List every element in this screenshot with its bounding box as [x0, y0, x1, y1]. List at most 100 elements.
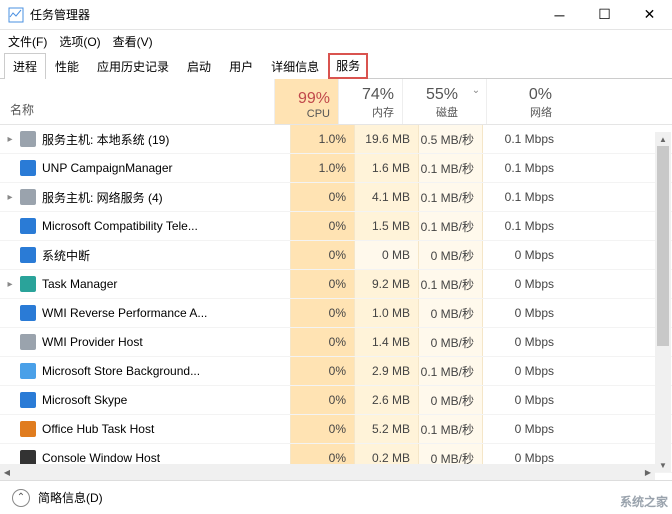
column-name-header[interactable]: 名称 — [0, 79, 274, 124]
table-row[interactable]: UNP CampaignManager1.0%1.6 MB0.1 MB/秒0.1… — [0, 154, 672, 183]
sort-indicator-icon[interactable]: ⌄ — [466, 79, 486, 124]
cpu-cell: 0% — [290, 299, 354, 327]
table-row[interactable]: Microsoft Compatibility Tele...0%1.5 MB0… — [0, 212, 672, 241]
cpu-cell: 0% — [290, 386, 354, 414]
memory-cell: 19.6 MB — [354, 125, 418, 153]
cpu-cell: 0% — [290, 212, 354, 240]
process-name: Task Manager — [42, 277, 290, 291]
column-network-header[interactable]: 0% 网络 — [486, 79, 560, 124]
menubar: 文件(F) 选项(O) 查看(V) — [0, 30, 672, 52]
tab-bar: 进程性能应用历史记录启动用户详细信息服务 — [0, 52, 672, 79]
column-CPU-header[interactable]: 99%CPU — [274, 79, 338, 124]
scroll-thumb[interactable] — [657, 146, 669, 346]
memory-cell: 1.0 MB — [354, 299, 418, 327]
table-row[interactable]: Microsoft Skype0%2.6 MB0 MB/秒0 Mbps — [0, 386, 672, 415]
memory-cell: 0 MB — [354, 241, 418, 269]
maximize-button[interactable]: ☐ — [582, 0, 627, 30]
tab-4[interactable]: 用户 — [220, 53, 262, 79]
disk-cell: 0.5 MB/秒 — [418, 125, 482, 153]
cpu-cell: 0% — [290, 241, 354, 269]
process-name: 系统中断 — [42, 247, 290, 264]
scroll-down-icon[interactable]: ▼ — [655, 458, 671, 472]
tab-5[interactable]: 详细信息 — [262, 53, 328, 79]
close-button[interactable]: ✕ — [627, 0, 672, 30]
disk-cell: 0 MB/秒 — [418, 328, 482, 356]
network-cell: 0.1 Mbps — [482, 183, 562, 211]
disk-cell: 0.1 MB/秒 — [418, 212, 482, 240]
process-icon — [20, 305, 36, 321]
process-name: WMI Reverse Performance A... — [42, 306, 290, 320]
expand-icon[interactable]: ▸ — [0, 279, 20, 290]
network-cell: 0 Mbps — [482, 357, 562, 385]
table-row[interactable]: ▸Task Manager0%9.2 MB0.1 MB/秒0 Mbps — [0, 270, 672, 299]
fewer-details-button[interactable]: 简略信息(D) — [38, 489, 103, 506]
network-cell: 0 Mbps — [482, 386, 562, 414]
process-name: Console Window Host — [42, 451, 290, 465]
process-name: 服务主机: 网络服务 (4) — [42, 189, 290, 206]
network-cell: 0 Mbps — [482, 241, 562, 269]
menu-file[interactable]: 文件(F) — [8, 33, 47, 50]
tab-0[interactable]: 进程 — [4, 53, 46, 79]
network-label: 网络 — [530, 104, 552, 120]
network-cell: 0.1 Mbps — [482, 125, 562, 153]
tab-6[interactable]: 服务 — [328, 53, 368, 79]
cpu-cell: 1.0% — [290, 125, 354, 153]
cpu-cell: 0% — [290, 415, 354, 443]
table-row[interactable]: ▸服务主机: 网络服务 (4)0%4.1 MB0.1 MB/秒0.1 Mbps — [0, 183, 672, 212]
network-cell: 0.1 Mbps — [482, 212, 562, 240]
table-row[interactable]: ▸服务主机: 本地系统 (19)1.0%19.6 MB0.5 MB/秒0.1 M… — [0, 125, 672, 154]
process-icon — [20, 247, 36, 263]
process-icon — [20, 218, 36, 234]
network-percent: 0% — [529, 86, 552, 104]
horizontal-scrollbar[interactable]: ◀ ▶ — [0, 464, 655, 480]
table-row[interactable]: WMI Provider Host0%1.4 MB0 MB/秒0 Mbps — [0, 328, 672, 357]
process-name: Microsoft Skype — [42, 393, 290, 407]
process-icon — [20, 189, 36, 205]
memory-cell: 1.6 MB — [354, 154, 418, 182]
disk-cell: 0 MB/秒 — [418, 241, 482, 269]
table-row[interactable]: WMI Reverse Performance A...0%1.0 MB0 MB… — [0, 299, 672, 328]
process-icon — [20, 392, 36, 408]
memory-cell: 2.9 MB — [354, 357, 418, 385]
tab-2[interactable]: 应用历史记录 — [88, 53, 178, 79]
expand-icon[interactable]: ▸ — [0, 192, 20, 203]
disk-cell: 0 MB/秒 — [418, 386, 482, 414]
process-list[interactable]: ▸服务主机: 本地系统 (19)1.0%19.6 MB0.5 MB/秒0.1 M… — [0, 125, 672, 505]
column-磁盘-header[interactable]: 55%磁盘 — [402, 79, 466, 124]
table-row[interactable]: 系统中断0%0 MB0 MB/秒0 Mbps — [0, 241, 672, 270]
table-row[interactable]: Microsoft Store Background...0%2.9 MB0.1… — [0, 357, 672, 386]
memory-cell: 9.2 MB — [354, 270, 418, 298]
column-内存-header[interactable]: 74%内存 — [338, 79, 402, 124]
menu-options[interactable]: 选项(O) — [59, 33, 100, 50]
fewer-details-icon[interactable]: ⌃ — [12, 489, 30, 507]
process-icon — [20, 421, 36, 437]
scroll-right-icon[interactable]: ▶ — [641, 464, 655, 480]
scroll-up-icon[interactable]: ▲ — [655, 132, 671, 146]
columns-header: 名称 99%CPU74%内存55%磁盘 ⌄ 0% 网络 — [0, 79, 672, 125]
cpu-cell: 1.0% — [290, 154, 354, 182]
cpu-cell: 0% — [290, 328, 354, 356]
process-icon — [20, 131, 36, 147]
process-icon — [20, 276, 36, 292]
tab-1[interactable]: 性能 — [46, 53, 88, 79]
tab-3[interactable]: 启动 — [178, 53, 220, 79]
network-cell: 0 Mbps — [482, 299, 562, 327]
minimize-button[interactable]: ─ — [537, 0, 582, 30]
network-cell: 0 Mbps — [482, 415, 562, 443]
cpu-cell: 0% — [290, 357, 354, 385]
memory-cell: 1.4 MB — [354, 328, 418, 356]
app-icon — [8, 7, 24, 23]
cpu-cell: 0% — [290, 183, 354, 211]
disk-cell: 0.1 MB/秒 — [418, 270, 482, 298]
disk-cell: 0.1 MB/秒 — [418, 183, 482, 211]
network-cell: 0 Mbps — [482, 328, 562, 356]
table-row[interactable]: Office Hub Task Host0%5.2 MB0.1 MB/秒0 Mb… — [0, 415, 672, 444]
expand-icon[interactable]: ▸ — [0, 134, 20, 145]
scroll-left-icon[interactable]: ◀ — [0, 464, 14, 480]
cpu-cell: 0% — [290, 270, 354, 298]
vertical-scrollbar[interactable]: ▲ ▼ — [655, 132, 671, 472]
menu-view[interactable]: 查看(V) — [113, 33, 153, 50]
memory-cell: 5.2 MB — [354, 415, 418, 443]
process-name: Microsoft Compatibility Tele... — [42, 219, 290, 233]
process-icon — [20, 160, 36, 176]
